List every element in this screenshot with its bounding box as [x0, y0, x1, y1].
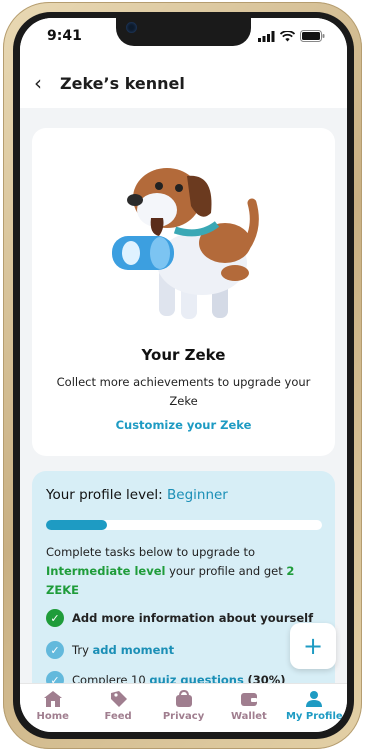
nav-item-wallet[interactable]: Wallet: [216, 684, 281, 732]
camera-icon: [126, 22, 137, 33]
profile-level-value: Beginner: [167, 487, 228, 503]
task-text: Add more information about yourself: [72, 611, 314, 625]
task-item[interactable]: ✓ Add more information about yourself: [46, 609, 313, 627]
nav-item-feed[interactable]: Feed: [85, 684, 150, 732]
status-icons: [258, 30, 325, 42]
zeke-card: Your Zeke Collect more achievements to u…: [32, 128, 335, 456]
page-title: Zeke’s kennel: [60, 74, 185, 93]
upgrade-instructions: Complete tasks below to upgrade to Inter…: [46, 543, 326, 600]
nav-label: Home: [36, 711, 69, 722]
profile-level-card: Your profile level: Beginner Complete ta…: [32, 471, 335, 701]
nav-label: Feed: [104, 711, 132, 722]
battery-icon: [300, 30, 325, 42]
nav-item-home[interactable]: Home: [20, 684, 85, 732]
nav-label: Wallet: [231, 711, 267, 722]
customize-zeke-link[interactable]: Customize your Zeke: [32, 418, 335, 432]
status-time: 9:41: [47, 28, 82, 44]
task-item[interactable]: ✓ Try add moment: [46, 641, 174, 659]
page-header: ‹ Zeke’s kennel: [20, 62, 347, 108]
nav-label: My Profile: [285, 711, 343, 722]
task-text: Try: [72, 643, 89, 657]
add-fab-button[interactable]: +: [290, 623, 336, 669]
back-chevron-icon[interactable]: ‹: [34, 71, 42, 95]
nav-item-privacy[interactable]: Privacy: [151, 684, 216, 732]
upgrade-level: Intermediate level: [46, 564, 166, 578]
nav-label: Privacy: [162, 711, 205, 722]
wifi-icon: [280, 30, 295, 41]
home-icon: [43, 691, 62, 707]
notch: [116, 18, 251, 46]
profile-level-label: Your profile level:: [46, 487, 163, 503]
phone-screen: 9:41 ‹ Zeke’s kennel Your Zeke Collect m…: [20, 18, 347, 732]
zeke-dog-illustration: [112, 168, 259, 319]
nav-item-my-profile[interactable]: My Profile: [282, 684, 347, 732]
profile-level-heading: Your profile level: Beginner: [46, 487, 228, 503]
wallet-icon: [240, 693, 257, 706]
check-icon: ✓: [46, 641, 64, 659]
privacy-bag-icon: [175, 690, 192, 707]
profile-icon: [306, 691, 323, 707]
bottom-nav: Home Feed Privacy Wallet My Profile: [20, 683, 347, 732]
plus-icon: +: [302, 632, 324, 660]
signal-icon: [258, 30, 275, 42]
upgrade-text-2: your profile and get: [169, 564, 283, 578]
upgrade-text-1: Complete tasks below to upgrade to: [46, 545, 256, 559]
add-moment-link[interactable]: add moment: [93, 643, 175, 657]
zeke-title: Your Zeke: [141, 346, 226, 364]
profile-progress-bar: [46, 520, 322, 530]
feed-tag-icon: [111, 691, 128, 707]
zeke-description: Collect more achievements to upgrade you…: [56, 375, 311, 408]
profile-progress-fill: [46, 520, 107, 530]
check-icon: ✓: [46, 609, 64, 627]
